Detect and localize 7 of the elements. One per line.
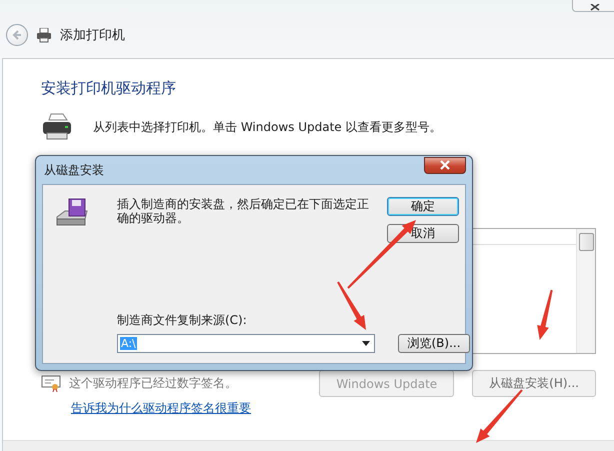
dialog-title: 从磁盘安装 (44, 162, 104, 178)
window-title: 添加打印机 (60, 27, 125, 44)
signature-note: 这个驱动程序已经过数字签名。 (69, 375, 238, 392)
dialog-message: 插入制造商的安装盘，然后确定已在下面选定正确的驱动器。 (117, 197, 370, 227)
field-label: 制造商文件复制来源(C): (117, 312, 248, 329)
instruction-text: 从列表中选择打印机。单击 Windows Update 以查看更多型号。 (93, 118, 442, 136)
page-heading: 安装打印机驱动程序 (41, 79, 177, 98)
